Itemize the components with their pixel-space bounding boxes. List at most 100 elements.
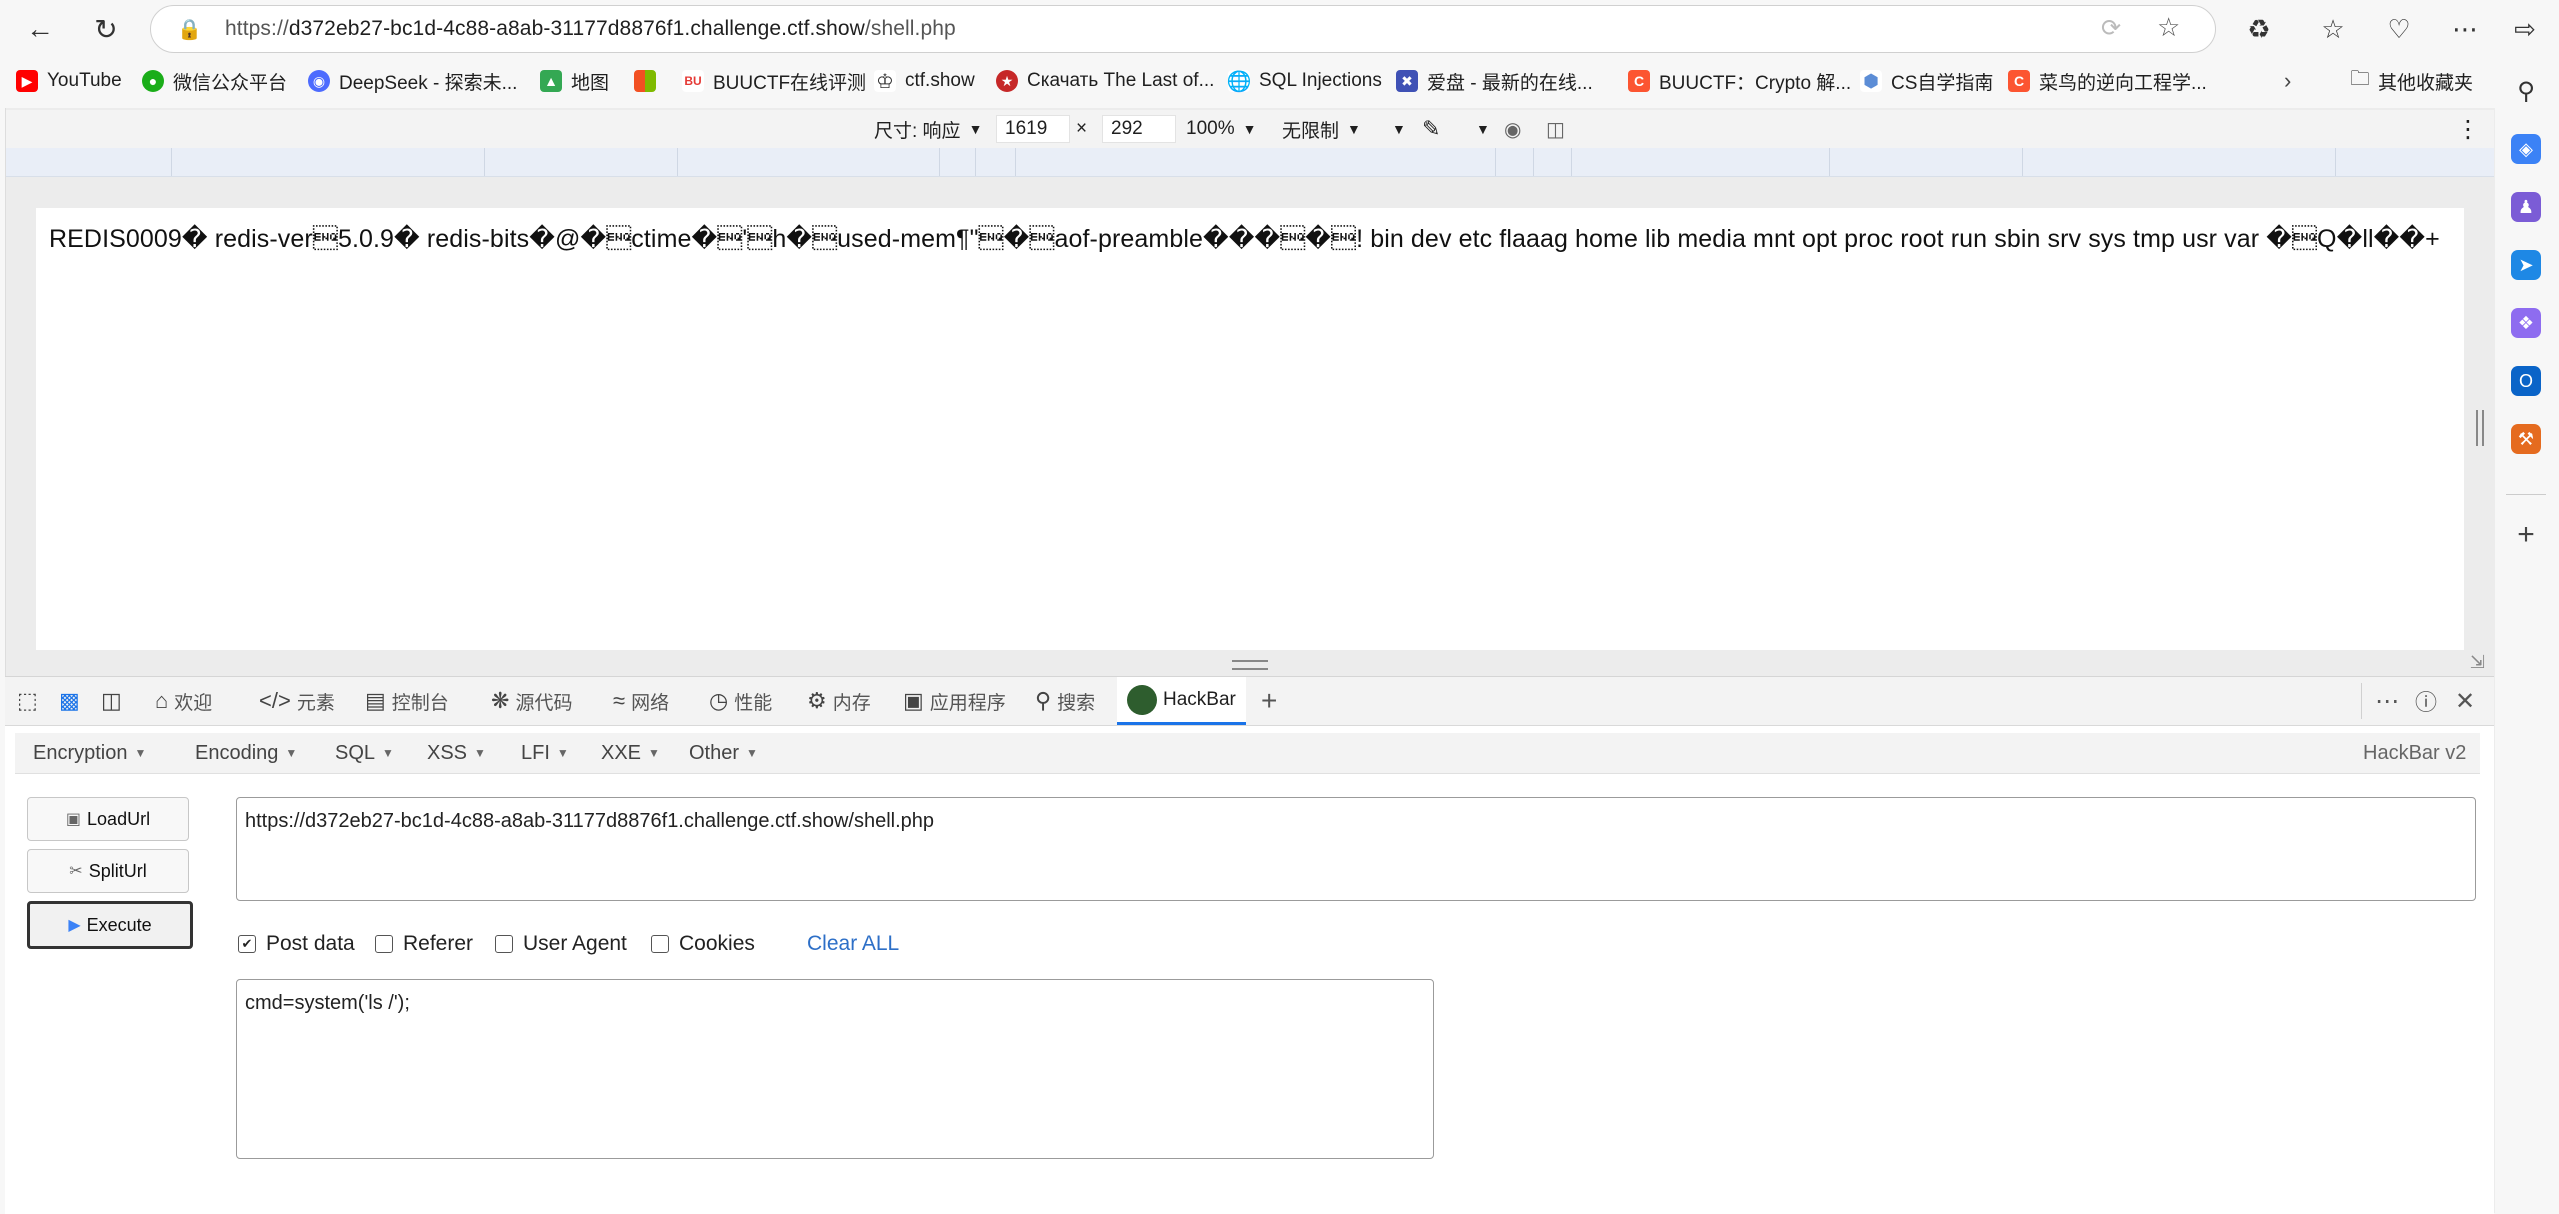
menu-encryption[interactable]: Encryption ▼ [33, 733, 146, 773]
browser-essentials-icon[interactable]: ♡ [2382, 12, 2416, 46]
hackbar-menu: Encryption ▼ Encoding ▼ SQL ▼ XSS ▼ LFI ▼ XXE… [15, 733, 2480, 774]
bookmark-deepseek[interactable]: ◉ DeepSeek - 探索未... [308, 62, 517, 100]
reload-button[interactable]: ↻ [86, 10, 126, 48]
favorite-star-icon[interactable]: ☆ [2157, 12, 2180, 43]
tab-application[interactable]: ▣ 应用程序 [903, 677, 1006, 725]
bookmark-youtube[interactable]: ▶ YouTube [16, 62, 122, 100]
checkbox-checked-icon: ✔ [238, 935, 256, 953]
games-icon[interactable]: ♟ [2511, 192, 2541, 222]
caret-down-icon[interactable]: ▼ [1392, 115, 1406, 143]
load-icon: ▣ [65, 811, 82, 828]
translate-icon[interactable]: ⟳ [2101, 14, 2121, 43]
arrow-left-icon: ← [26, 13, 54, 44]
tab-hackbar[interactable]: HackBar [1117, 677, 1246, 725]
bookmarks-overflow-chevron[interactable]: › [2284, 62, 2291, 100]
tab-elements[interactable]: </> 元素 [259, 677, 335, 725]
add-tab-icon[interactable]: + [1261, 677, 1277, 725]
home-icon: ⌂ [155, 688, 169, 713]
tab-search[interactable]: ⚲ 搜索 [1035, 677, 1095, 725]
tab-label: HackBar [1163, 688, 1236, 710]
resize-handle-right[interactable] [2476, 410, 2484, 446]
buuctf-icon: BU [682, 70, 704, 92]
menu-sql[interactable]: SQL ▼ [335, 733, 394, 773]
tab-performance[interactable]: ◷ 性能 [709, 677, 772, 725]
bookmark-sql-injections[interactable]: 🌐 SQL Injections [1227, 62, 1382, 100]
rotate-icon[interactable]: ◫ [1546, 115, 1565, 143]
spliturl-button[interactable]: ✂ SplitUrl [27, 849, 189, 893]
device-width-input[interactable]: 1619 [996, 115, 1070, 143]
bookmark-cs-guide[interactable]: ⬢ CS自学指南 [1860, 62, 1993, 100]
zoom-select[interactable]: 100% ▼ [1186, 115, 1256, 143]
tab-memory[interactable]: ⚙ 内存 [807, 677, 871, 725]
post-data-textarea[interactable]: cmd=system('ls /'); [236, 979, 1434, 1159]
address-bar[interactable]: 🔒 https://d372eb27-bc1d-4c88-a8ab-31177d… [150, 5, 2216, 53]
bookmark-ctfshow[interactable]: ♔ ctf.show [874, 62, 975, 100]
extensions-icon[interactable]: ♻ [2242, 12, 2276, 46]
outlook-icon[interactable]: O [2511, 366, 2541, 396]
menu-xxe[interactable]: XXE ▼ [601, 733, 660, 773]
help-icon[interactable]: ⓘ [2415, 677, 2437, 725]
tab-label: 搜索 [1057, 692, 1096, 714]
caret-down-icon[interactable]: ▼ [1476, 115, 1490, 143]
bookmark-crypto[interactable]: C BUUCTF：Crypto 解... [1628, 62, 1851, 100]
sidebar-toggle-icon[interactable]: ⇨ [2508, 12, 2542, 46]
close-devtools-icon[interactable]: ✕ [2455, 677, 2475, 725]
menu-lfi[interactable]: LFI ▼ [521, 733, 569, 773]
tab-sources[interactable]: ❋ 源代码 [491, 677, 572, 725]
code-icon: </> [259, 688, 291, 713]
bookmark-map[interactable]: ▲ 地图 [540, 62, 609, 100]
add-icon[interactable]: + [2511, 518, 2541, 551]
menu-encoding[interactable]: Encoding ▼ [195, 733, 297, 773]
search-icon[interactable]: ⚲ [2511, 76, 2541, 106]
loadurl-button[interactable]: ▣ LoadUrl [27, 797, 189, 841]
bookmark-aipan[interactable]: ✖ 爱盘 - 最新的在线... [1396, 62, 1593, 100]
bookmark-wechat[interactable]: ● 微信公众平台 [142, 62, 287, 100]
resize-handle-bottom[interactable] [1232, 660, 1268, 670]
dock-icon[interactable]: ◫ [101, 677, 128, 725]
caret-down-icon: ▼ [1347, 121, 1361, 137]
copilot-icon[interactable]: ❖ [2511, 308, 2541, 338]
throttle-select[interactable]: 无限制 ▼ [1282, 115, 1361, 143]
shopping-tag-icon[interactable]: ◈ [2511, 134, 2541, 164]
bookmark-game[interactable]: ★ Скачать The Last of... [996, 62, 1214, 100]
resize-corner-icon[interactable]: ⇲ [2470, 652, 2485, 673]
devtools-more-icon[interactable]: ⋯ [2375, 677, 2399, 725]
gauge-icon: ◷ [709, 688, 729, 713]
device-more-icon[interactable]: ⋮ [2456, 115, 2480, 143]
device-height-input[interactable]: 292 [1102, 115, 1176, 143]
menu-xss[interactable]: XSS ▼ [427, 733, 486, 773]
more-menu-icon[interactable]: ⋯ [2448, 12, 2482, 46]
search-icon: ⚲ [1035, 688, 1052, 713]
tools-icon[interactable]: ⚒ [2511, 424, 2541, 454]
csdn-icon: C [2008, 70, 2030, 92]
tab-network[interactable]: ≈ 网络 [613, 677, 669, 725]
inspect-element-icon[interactable]: ⬚ [17, 677, 44, 725]
referer-checkbox[interactable]: Referer [375, 929, 473, 959]
execute-button[interactable]: ▶ Execute [27, 901, 193, 949]
tab-welcome[interactable]: ⌂ 欢迎 [155, 677, 212, 725]
clear-all-link[interactable]: Clear ALL [807, 929, 899, 959]
other-bookmarks[interactable]: 🗀 其他收藏夹 [2350, 62, 2473, 100]
device-size-label: 尺寸: 响应 [874, 120, 961, 142]
favorites-icon[interactable]: ☆ [2316, 12, 2350, 46]
hackbar-icon [1127, 684, 1157, 715]
device-emulation-icon[interactable]: ▩ [59, 677, 86, 725]
bookmark-buuctf[interactable]: BU BUUCTF在线评测 [682, 62, 866, 100]
tab-label: 控制台 [391, 692, 449, 714]
menu-other[interactable]: Other ▼ [689, 733, 758, 773]
bookmark-label: CS自学指南 [1891, 72, 1994, 94]
user-agent-checkbox[interactable]: User Agent [495, 929, 627, 959]
post-data-checkbox[interactable]: ✔ Post data [238, 929, 355, 959]
cookies-checkbox[interactable]: Cookies [651, 929, 755, 959]
tab-console[interactable]: ▤ 控制台 [365, 677, 449, 725]
color-picker-icon[interactable]: ✎ [1422, 115, 1440, 143]
url-textarea[interactable]: https://d372eb27-bc1d-4c88-a8ab-31177d88… [236, 797, 2476, 901]
wechat-icon: ● [142, 70, 164, 92]
telegram-icon[interactable]: ➤ [2511, 250, 2541, 280]
bookmark-reverse[interactable]: C 菜鸟的逆向工程学... [2008, 62, 2207, 100]
button-label: SplitUrl [88, 860, 147, 881]
vision-icon[interactable]: ◉ [1504, 115, 1521, 143]
bookmark-microsoft[interactable] [634, 62, 665, 100]
back-button[interactable]: ← [20, 10, 60, 48]
device-size-select[interactable]: 尺寸: 响应 ▼ [874, 115, 982, 143]
